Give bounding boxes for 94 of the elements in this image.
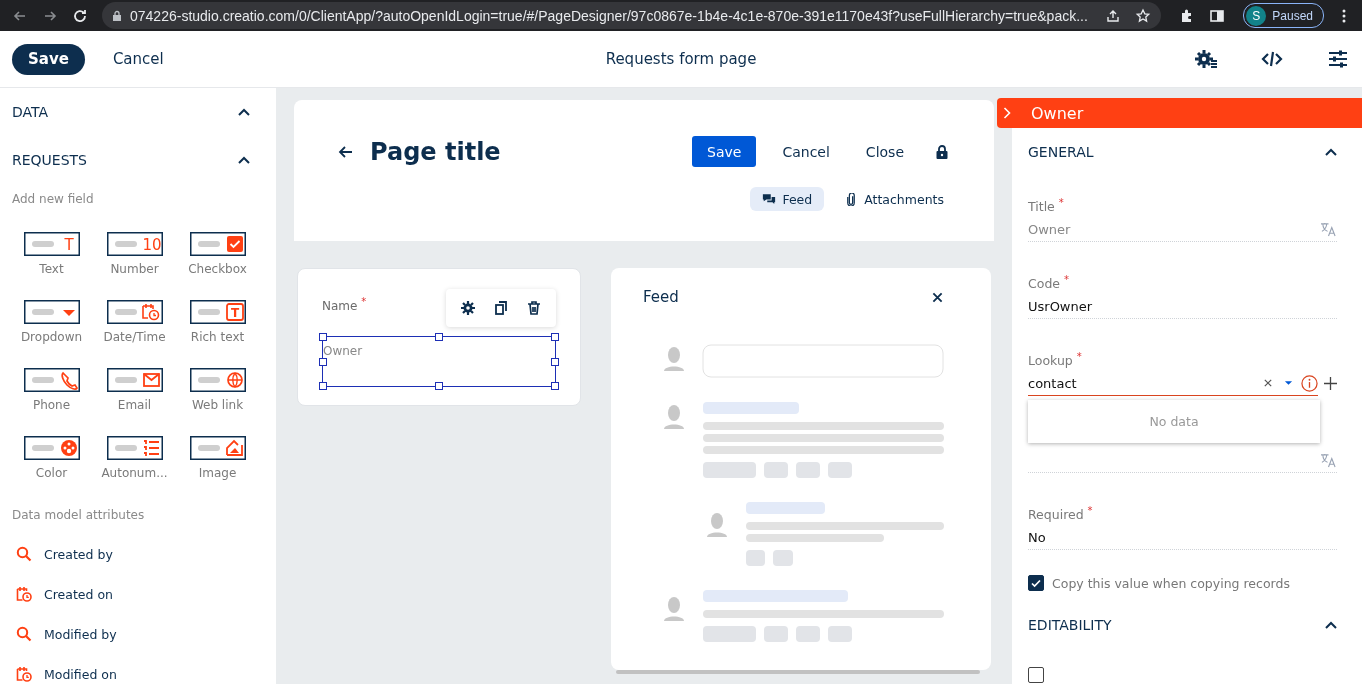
trash-icon[interactable] bbox=[525, 300, 542, 316]
resize-handle[interactable] bbox=[319, 382, 327, 390]
checkbox[interactable] bbox=[1028, 667, 1044, 683]
section-title: DATA bbox=[12, 104, 49, 120]
field-type-label: Image bbox=[198, 466, 237, 480]
field-type-label: Autonum... bbox=[101, 466, 168, 480]
section-title: REQUESTS bbox=[12, 152, 87, 168]
resize-handle[interactable] bbox=[551, 382, 559, 390]
image-field-icon[interactable] bbox=[189, 436, 246, 460]
number-field-icon[interactable]: 10 bbox=[106, 232, 163, 256]
side-panel-icon[interactable] bbox=[1209, 7, 1226, 24]
close-icon[interactable] bbox=[932, 291, 943, 303]
settings-icon[interactable] bbox=[460, 300, 477, 316]
panel-title: Feed bbox=[643, 288, 679, 306]
checkbox-label: Copy this value when copying records bbox=[1052, 575, 1290, 591]
checkbox[interactable] bbox=[1028, 575, 1044, 591]
resize-handle[interactable] bbox=[435, 382, 443, 390]
weblink-field-icon[interactable] bbox=[189, 368, 246, 392]
phone-field-icon[interactable] bbox=[23, 368, 80, 392]
attribute-item[interactable]: Modified by bbox=[44, 626, 117, 642]
back-arrow-icon[interactable] bbox=[338, 143, 354, 160]
resize-handle[interactable] bbox=[319, 357, 327, 366]
resize-handle[interactable] bbox=[551, 357, 559, 366]
section-title: GENERAL bbox=[1028, 144, 1094, 160]
richtext-field-icon[interactable]: T bbox=[189, 300, 246, 324]
page-title: Requests form page bbox=[605, 50, 757, 68]
add-icon[interactable] bbox=[1324, 377, 1337, 390]
subsection-label: Add new field bbox=[12, 192, 95, 206]
resize-handle[interactable] bbox=[551, 333, 559, 341]
field-type-label: Phone bbox=[32, 398, 71, 412]
lookup-field[interactable]: contact bbox=[1028, 371, 1318, 396]
properties-title: Owner bbox=[1031, 103, 1084, 123]
color-field-icon[interactable] bbox=[23, 436, 80, 460]
field-type-label: Web link bbox=[191, 398, 244, 412]
field-label: Required $^{*}$ bbox=[1028, 507, 1093, 523]
text-field-icon[interactable]: T bbox=[23, 232, 80, 256]
resize-handle[interactable] bbox=[435, 333, 443, 341]
field-type-label: Date/Time bbox=[103, 330, 166, 344]
field-label: Code $^{*}$ bbox=[1028, 276, 1069, 292]
chevron-right-icon[interactable] bbox=[1003, 107, 1011, 119]
action-button[interactable]: Close bbox=[853, 136, 916, 167]
cancel-button[interactable]: Cancel bbox=[106, 49, 170, 69]
dropdown-caret-icon[interactable] bbox=[1284, 380, 1293, 386]
copy-icon[interactable] bbox=[493, 300, 509, 316]
input-field[interactable]: Owner bbox=[323, 344, 443, 358]
lock-icon[interactable] bbox=[936, 144, 948, 159]
checkmark-icon bbox=[1030, 577, 1042, 589]
selection-frame[interactable]: Owner bbox=[322, 336, 556, 387]
input-field[interactable]: Owner bbox=[1028, 217, 1337, 242]
field-type-label: Number bbox=[110, 262, 159, 276]
tab[interactable]: Attachments bbox=[832, 187, 956, 211]
field-label: Title $^{*}$ bbox=[1028, 199, 1064, 215]
profile-button[interactable]: S Paused bbox=[1243, 3, 1324, 28]
attribute-item[interactable]: Created on bbox=[44, 586, 113, 602]
save-button[interactable]: Save bbox=[12, 43, 85, 75]
search-icon bbox=[16, 546, 32, 562]
subsection-label: Data model attributes bbox=[12, 508, 146, 522]
field-type-label: Dropdown bbox=[20, 330, 83, 344]
field-type-label: Email bbox=[117, 398, 152, 412]
attribute-item[interactable]: Created by bbox=[44, 546, 113, 562]
resize-handle[interactable] bbox=[319, 333, 327, 341]
email-field-icon[interactable] bbox=[106, 368, 163, 392]
chevron-icon[interactable] bbox=[1325, 621, 1337, 629]
input-field[interactable]: No bbox=[1028, 525, 1337, 550]
autonumber-field-icon[interactable] bbox=[106, 436, 163, 460]
empty-message: No data bbox=[1149, 414, 1199, 429]
address-bar[interactable]: 074226-studio.creatio.com/0/ClientApp/?autoOpenIdLogin=true/#/PageDesigner/97c0867e-1b4e-4c1e-870e-391e1170e43f?useFullHierarchy=true&pack... bbox=[102, 2, 1162, 29]
input-field[interactable]: UsrOwner bbox=[1028, 294, 1337, 319]
form-title: Page title bbox=[370, 137, 501, 166]
scrollbar[interactable] bbox=[616, 670, 980, 674]
chevron-icon[interactable] bbox=[238, 156, 250, 164]
chevron-icon[interactable] bbox=[1325, 148, 1337, 156]
attribute-item[interactable]: Modified on bbox=[44, 666, 117, 682]
action-button[interactable]: Cancel bbox=[770, 136, 842, 167]
chat-bubbles-icon bbox=[762, 192, 777, 206]
field-type-label: Rich text bbox=[190, 330, 245, 344]
field-type-label: Color bbox=[35, 466, 68, 480]
chevron-icon[interactable] bbox=[238, 108, 250, 116]
section-title: EDITABILITY bbox=[1028, 617, 1112, 633]
field-type-label: Checkbox bbox=[188, 262, 247, 276]
search-icon bbox=[16, 626, 32, 642]
dropdown-field-icon[interactable] bbox=[23, 300, 80, 324]
clear-icon[interactable] bbox=[1264, 379, 1272, 387]
datetime-field-icon[interactable] bbox=[106, 300, 163, 324]
info-icon[interactable] bbox=[1301, 374, 1318, 392]
checkbox-field-icon[interactable] bbox=[189, 232, 246, 256]
calendar-clock-icon bbox=[16, 586, 32, 602]
field-label: Lookup $^{*}$ bbox=[1028, 353, 1082, 369]
settings-icon[interactable] bbox=[1194, 47, 1218, 71]
field-label: Name $^{*}$ bbox=[322, 296, 367, 313]
field-type-label: Text bbox=[39, 262, 64, 276]
save-button[interactable]: Save bbox=[692, 136, 757, 167]
tab[interactable]: Feed bbox=[750, 187, 825, 211]
reload-icon[interactable] bbox=[72, 7, 88, 24]
